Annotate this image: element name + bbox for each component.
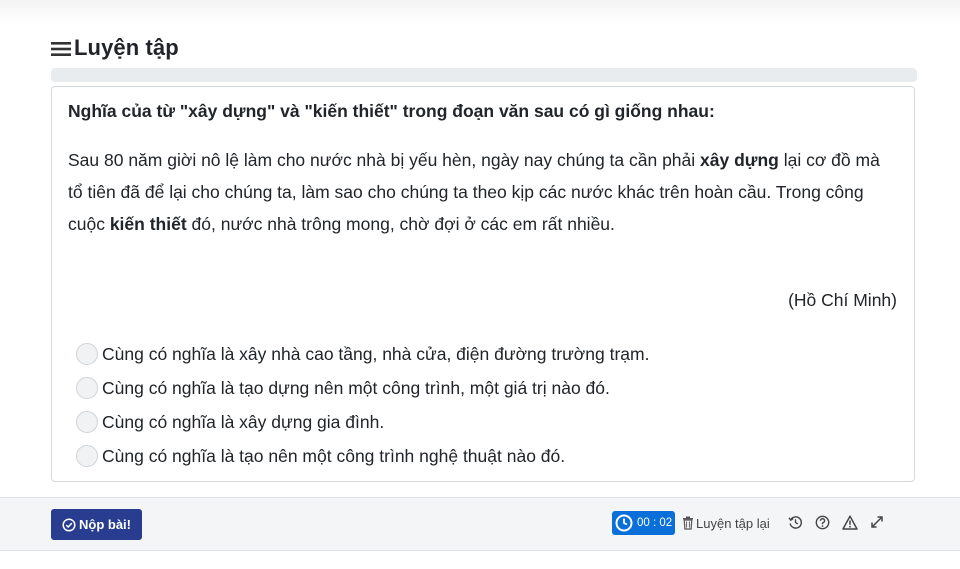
passage-text-1: Sau 80 năm giời nô lệ làm cho nước nhà b… <box>68 150 701 170</box>
option-label: Cùng có nghĩa là tạo nên một công trình … <box>102 445 566 466</box>
footer-toolbar: Nộp bài! 00 : 02 Luyện tập lại <box>0 497 960 551</box>
hamburger-menu-icon[interactable] <box>51 41 71 57</box>
submit-label: Nộp bài! <box>79 517 131 532</box>
passage-author: (Hồ Chí Minh) <box>788 290 897 310</box>
radio-button[interactable] <box>76 377 98 399</box>
timer-value: 00 : 02 <box>637 517 673 529</box>
help-icon[interactable] <box>815 515 830 530</box>
passage-text-3: đó, nước nhà trông mong, chờ đợi ở các e… <box>186 214 615 234</box>
radio-button[interactable] <box>76 343 98 365</box>
option-label: Cùng có nghĩa là xây dựng gia đình. <box>102 411 385 432</box>
answer-option[interactable]: Cùng có nghĩa là tạo nên một công trình … <box>76 439 649 473</box>
submit-button[interactable]: Nộp bài! <box>51 509 142 540</box>
passage-highlight-1: xây dựng <box>700 150 779 170</box>
trash-icon <box>683 516 693 530</box>
history-icon[interactable] <box>788 515 803 530</box>
retry-label: Luyện tập lại <box>696 515 770 531</box>
retry-button[interactable]: Luyện tập lại <box>682 514 770 532</box>
answer-option[interactable]: Cùng có nghĩa là xây dựng gia đình. <box>76 405 649 439</box>
page-title: Luyện tập <box>74 35 179 60</box>
fullscreen-icon[interactable] <box>870 515 884 529</box>
question-title: Nghĩa của từ "xây dựng" và "kiến thiết" … <box>68 101 715 121</box>
answer-option[interactable]: Cùng có nghĩa là tạo dựng nên một công t… <box>76 371 649 405</box>
top-bar <box>0 0 960 24</box>
passage-highlight-2: kiến thiết <box>109 214 187 234</box>
question-passage: Sau 80 năm giời nô lệ làm cho nước nhà b… <box>68 144 898 240</box>
check-circle-icon <box>62 517 76 532</box>
radio-button[interactable] <box>76 445 98 467</box>
progress-bar <box>51 68 917 82</box>
timer-badge: 00 : 02 <box>612 511 675 535</box>
warning-icon[interactable] <box>842 515 858 530</box>
answer-options: Cùng có nghĩa là xây nhà cao tầng, nhà c… <box>76 337 649 473</box>
radio-button[interactable] <box>76 411 98 433</box>
page-header: Luyện tập <box>51 33 179 63</box>
question-card: Nghĩa của từ "xây dựng" và "kiến thiết" … <box>51 86 915 482</box>
option-label: Cùng có nghĩa là xây nhà cao tầng, nhà c… <box>102 343 650 364</box>
answer-option[interactable]: Cùng có nghĩa là xây nhà cao tầng, nhà c… <box>76 337 649 371</box>
option-label: Cùng có nghĩa là tạo dựng nên một công t… <box>102 377 610 398</box>
clock-icon <box>615 514 633 532</box>
